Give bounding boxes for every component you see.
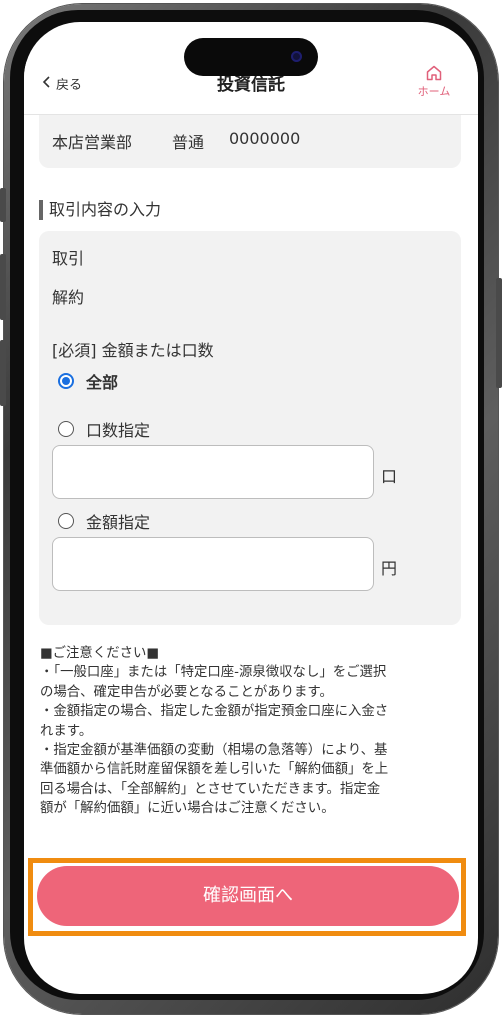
notes-line: ・金額指定の場合、指定した金額が指定預金口座に入金さ xyxy=(40,704,389,720)
side-button-volume-up xyxy=(0,254,6,320)
notes-line: 額が「解約価額」に近い場合はご注意ください。 xyxy=(40,801,335,817)
notes-line: れます。 xyxy=(40,723,93,739)
notes-line: 回る場合は、「全部解約」とさせていただきます。指定金 xyxy=(40,781,381,797)
units-input[interactable] xyxy=(52,445,374,499)
radio-amount[interactable]: 金額指定 xyxy=(58,509,150,533)
dynamic-island xyxy=(184,38,318,76)
home-icon xyxy=(412,64,456,82)
confirm-button[interactable]: 確認画面へ xyxy=(37,866,459,926)
notes-line: ・指定金額が基準価額の変動（相場の急落等）により、基 xyxy=(40,743,388,759)
notes-line: 準価額から信託財産留保額を差し引いた「解約価額」を上 xyxy=(40,762,389,778)
account-number: 0000000 xyxy=(229,129,301,148)
home-label: ホーム xyxy=(417,85,451,98)
radio-unselected-icon xyxy=(58,421,74,437)
amount-label: [必須] 金額または口数 xyxy=(52,341,214,360)
transaction-form: 取引 解約 [必須] 金額または口数 全部 口数指定 口 金額指定 円 xyxy=(39,231,461,625)
radio-all[interactable]: 全部 xyxy=(58,369,118,393)
radio-amount-label: 金額指定 xyxy=(86,513,151,532)
side-button-power xyxy=(496,278,502,388)
radio-units-label: 口数指定 xyxy=(86,421,151,440)
side-button-volume-down xyxy=(0,340,6,406)
notes-heading: ■ご注意ください■ xyxy=(40,646,160,661)
screen: 戻る 投資信託 ホーム 本店営業部 普通 0000000 取引内容の入力 取引 … xyxy=(24,22,478,994)
camera-icon xyxy=(291,51,302,62)
radio-selected-icon xyxy=(58,373,74,389)
section-title: 取引内容の入力 xyxy=(39,200,161,220)
notes-line: の場合、確定申告が必要となることがあります。 xyxy=(40,684,333,700)
units-unit: 口 xyxy=(381,467,398,486)
transaction-label: 取引 xyxy=(52,249,85,268)
radio-all-label: 全部 xyxy=(86,373,119,392)
account-card: 本店営業部 普通 0000000 xyxy=(39,114,461,168)
home-button[interactable]: ホーム xyxy=(412,64,456,99)
amount-input[interactable] xyxy=(52,537,374,591)
caution-notes: ■ご注意ください■ ・「一般口座」または「特定口座-源泉徴収なし」をご選択 の場… xyxy=(40,644,462,819)
account-branch: 本店営業部 xyxy=(52,133,133,152)
radio-unselected-icon xyxy=(58,513,74,529)
notes-line: ・「一般口座」または「特定口座-源泉徴収なし」をご選択 xyxy=(40,665,387,681)
amount-unit: 円 xyxy=(381,559,398,578)
radio-units[interactable]: 口数指定 xyxy=(58,417,150,441)
account-type: 普通 xyxy=(172,133,205,152)
side-button-mute xyxy=(0,188,6,222)
transaction-value: 解約 xyxy=(52,288,85,307)
